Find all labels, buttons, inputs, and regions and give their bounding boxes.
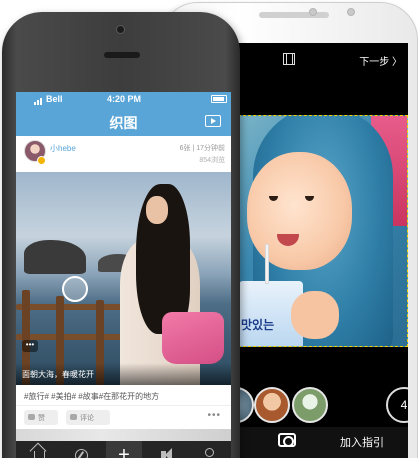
camera-icon[interactable] (278, 433, 296, 447)
photo-tag-marker-icon[interactable] (62, 276, 88, 302)
comment-label: 评论 (80, 415, 94, 422)
earpiece (104, 52, 140, 58)
photo-hand (291, 291, 339, 339)
post-username[interactable]: 小hebe (50, 143, 76, 154)
front-phone: Bell 4:20 PM 织图 小hebe 6张 | 17分钟前 854浏览 •… (2, 12, 240, 458)
carrier-label: Bell (46, 94, 63, 104)
post-actions: 赞 评论 ••• (16, 405, 231, 429)
video-icon[interactable] (205, 115, 221, 127)
user-icon (205, 448, 214, 457)
speaker-grille (259, 12, 329, 18)
next-post-preview (16, 429, 231, 441)
straw (265, 244, 269, 284)
like-label: 赞 (38, 415, 45, 422)
crop-icon[interactable] (283, 53, 295, 65)
post-header: 小hebe 6张 | 17分钟前 854浏览 (16, 136, 231, 172)
comment-button[interactable]: 评论 (66, 410, 110, 425)
front-camera-dot (116, 25, 125, 34)
tab-bar: + (16, 441, 231, 458)
filter-thumbnail-count[interactable]: 4 (386, 387, 408, 423)
nav-bar: 织图 (16, 106, 231, 136)
status-bar: Bell 4:20 PM (16, 92, 231, 106)
photo-rock (24, 240, 86, 274)
post-photo[interactable]: ••• 面朝大海，春暖花开 (16, 172, 231, 385)
tab-discover[interactable] (64, 441, 100, 458)
app-title: 织图 (109, 115, 138, 131)
filter-thumbnail[interactable] (254, 387, 290, 423)
compass-icon (75, 449, 88, 458)
filter-thumbnail[interactable] (292, 387, 328, 423)
editor-top-bar: 下一步 〉 (238, 43, 408, 77)
crop-editor-screen: 下一步 〉 맛있는 4 加入指引 (238, 43, 408, 458)
tab-create[interactable]: + (106, 441, 142, 458)
filter-thumbnails: 4 (238, 387, 408, 427)
post-meta: 6张 | 17分钟前 (179, 145, 225, 152)
filter-thumbnail[interactable] (238, 387, 254, 423)
like-icon (28, 414, 35, 420)
post-tags[interactable]: #旅行# #美拍# #故事#在那花开的地方 (16, 385, 231, 405)
plus-icon: + (118, 444, 130, 458)
add-guide-button[interactable]: 加入指引 (340, 434, 384, 450)
tab-home[interactable] (22, 441, 58, 458)
status-time: 4:20 PM (107, 94, 142, 104)
photo-woman-face (146, 196, 168, 224)
milk-carton-text: 맛있는 (241, 318, 275, 332)
photo-more-icon[interactable]: ••• (22, 340, 38, 352)
tab-profile[interactable] (192, 441, 228, 458)
photo-pink-bag (162, 312, 224, 364)
home-icon (34, 451, 45, 458)
post-views: 854浏览 (199, 157, 225, 164)
tab-notifications[interactable] (150, 441, 186, 458)
verified-badge-icon (37, 156, 46, 165)
sound-icon (161, 448, 172, 458)
photo-caption: 面朝大海，春暖花开 (22, 370, 94, 379)
battery-icon (211, 95, 227, 103)
post-overflow-button[interactable]: ••• (207, 410, 221, 421)
sensor-dot (347, 8, 355, 16)
signal-icon (34, 95, 43, 105)
crop-frame[interactable]: 맛있는 (238, 115, 408, 347)
photo-face (247, 152, 352, 270)
feed-screen: Bell 4:20 PM 织图 小hebe 6张 | 17分钟前 854浏览 •… (16, 92, 231, 458)
like-button[interactable]: 赞 (24, 410, 58, 425)
comment-icon (70, 414, 77, 420)
editor-bottom-bar: 加入指引 (238, 427, 408, 458)
next-step-button[interactable]: 下一步 〉 (359, 53, 402, 68)
front-camera-dot (309, 8, 317, 16)
